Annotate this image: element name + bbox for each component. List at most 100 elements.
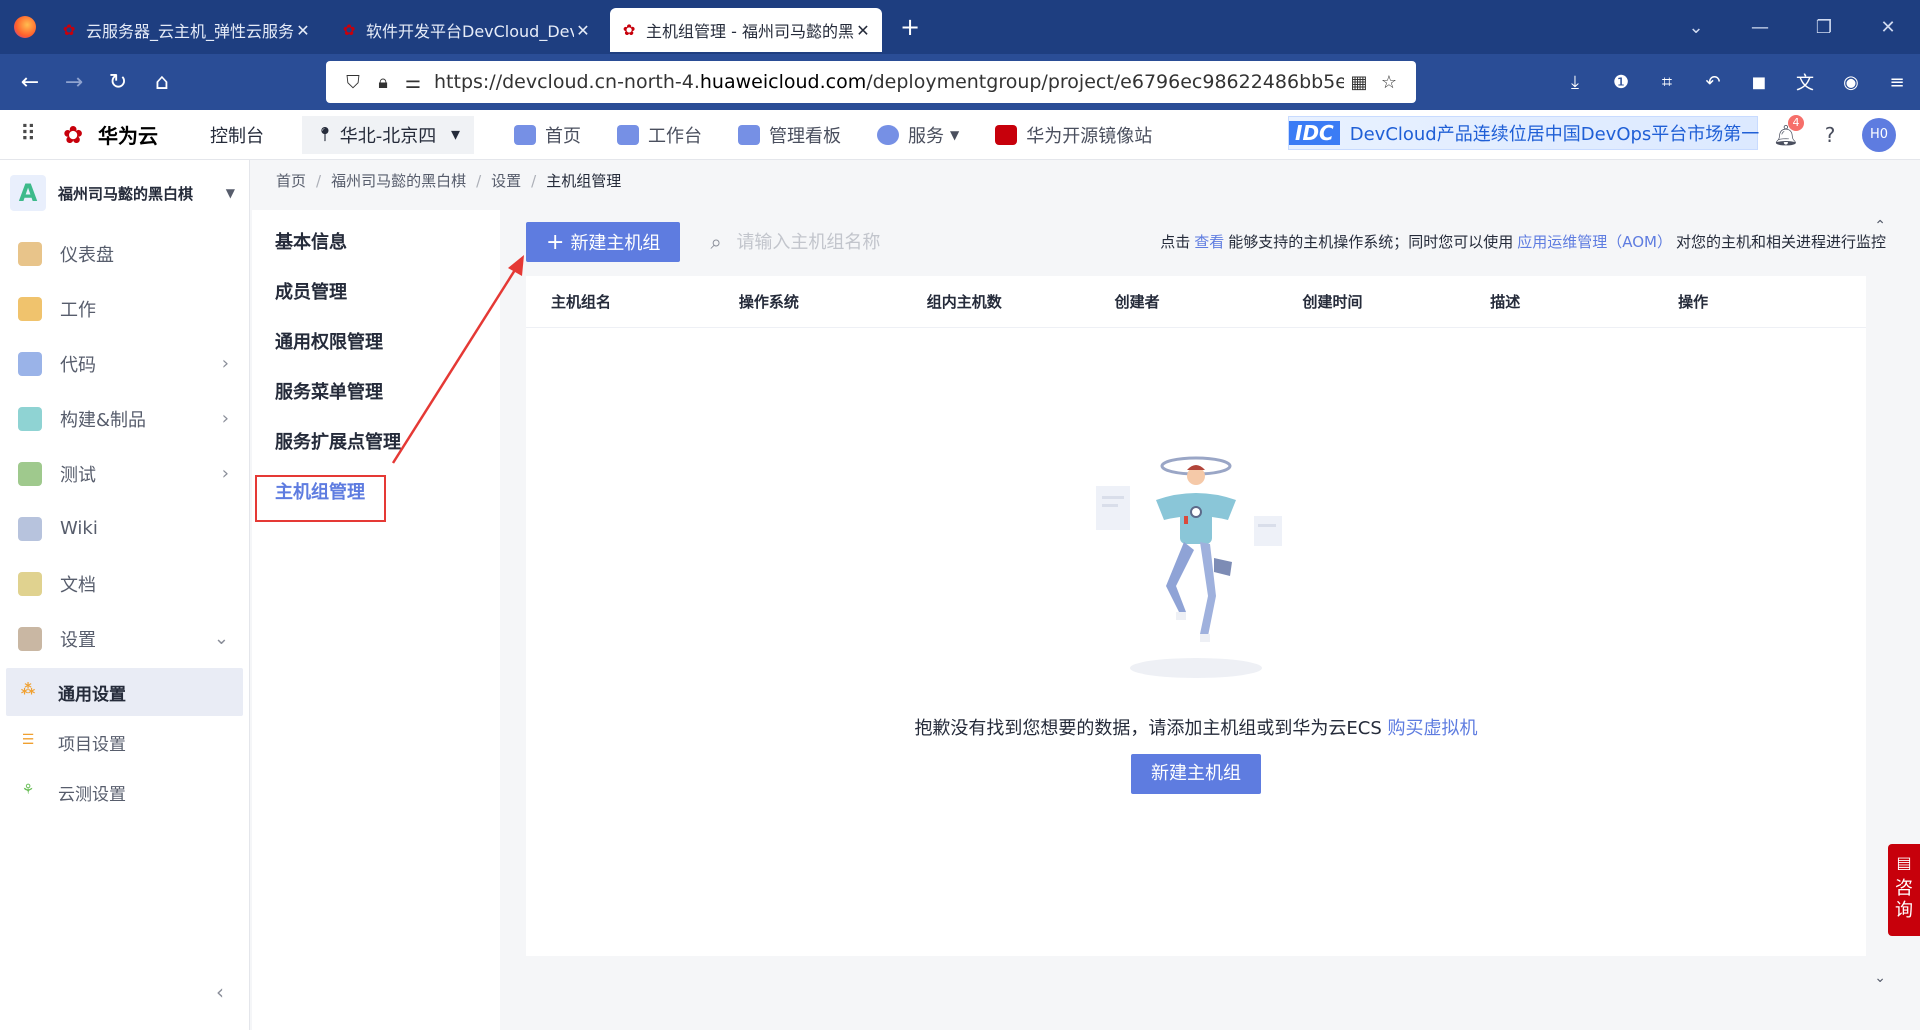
- sidebar-item-label: 代码: [60, 354, 96, 376]
- browser-tab[interactable]: ✿ 软件开发平台DevCloud_DevO ✕: [330, 8, 602, 52]
- url-domain: huaweicloud.com: [699, 71, 867, 93]
- breadcrumb-project[interactable]: 福州司马懿的黑白棋: [331, 170, 466, 191]
- nav-mirror[interactable]: 华为开源镜像站: [995, 122, 1152, 148]
- home-icon[interactable]: ⌂: [140, 70, 184, 95]
- settings-nav-members[interactable]: 成员管理: [252, 268, 500, 318]
- restore-icon[interactable]: ❐: [1792, 17, 1856, 38]
- qr-code-icon[interactable]: ▦: [1344, 72, 1374, 93]
- sidebar-item-label: 仪表盘: [60, 244, 114, 266]
- sidebar-item-label: 文档: [60, 574, 96, 596]
- create-host-group-button[interactable]: + 新建主机组: [526, 222, 681, 262]
- hint-prefix: 点击: [1160, 233, 1191, 251]
- view-supported-os-link[interactable]: 查看: [1194, 233, 1224, 251]
- search-icon[interactable]: ⌕: [710, 230, 736, 254]
- extension-dark-icon[interactable]: ◼: [1736, 72, 1782, 93]
- extension-green-icon[interactable]: ◉: [1828, 72, 1874, 93]
- buy-vm-link[interactable]: 购买虚拟机: [1388, 718, 1478, 739]
- translate-icon[interactable]: 文: [1782, 69, 1828, 95]
- sidebar-item-label: 构建&制品: [60, 409, 147, 431]
- nav-home[interactable]: 首页: [514, 122, 581, 148]
- sidebar-item-code[interactable]: 代码 ›: [0, 336, 249, 391]
- column-header: 创建时间: [1302, 293, 1363, 311]
- browser-tab[interactable]: ✿ 云服务器_云主机_弹性云服务器 ✕: [50, 8, 322, 52]
- notification-bell-icon[interactable]: 🔔︎ 4: [1764, 115, 1808, 147]
- menu-icon[interactable]: ≡: [1874, 72, 1920, 93]
- project-logo-icon: A: [10, 175, 46, 211]
- crop-icon[interactable]: ⌗: [1644, 72, 1690, 93]
- sidebar-subitem-general-settings[interactable]: ⁂ 通用设置: [6, 668, 243, 716]
- close-tab-icon[interactable]: ✕: [294, 21, 312, 40]
- reload-icon[interactable]: ↻: [96, 70, 140, 95]
- consult-button[interactable]: ▤ 咨询: [1888, 844, 1920, 936]
- close-tab-icon[interactable]: ✕: [854, 21, 872, 40]
- sidebar-item-test[interactable]: 测试 ›: [0, 446, 249, 501]
- aom-link[interactable]: 应用运维管理（AOM）: [1517, 233, 1672, 251]
- sidebar-item-docs[interactable]: 文档: [0, 556, 249, 611]
- work-icon: [18, 296, 42, 321]
- help-icon[interactable]: ?: [1808, 123, 1852, 147]
- huawei-favicon-icon: ✿: [622, 21, 636, 39]
- empty-message-text: 抱歉没有找到您想要的数据，请添加主机组或到华为云ECS: [914, 718, 1382, 739]
- browser-nav-bar: ← → ↻ ⌂ ⛉ 🔒︎ ⚌ https://devcloud.cn-north…: [0, 54, 1920, 110]
- forward-icon[interactable]: →: [52, 70, 96, 95]
- create-button-label: 新建主机组: [570, 233, 661, 254]
- column-header: 主机组名: [551, 293, 612, 311]
- scroll-up-icon[interactable]: ⌃: [1874, 218, 1886, 234]
- sidebar-item-dashboard[interactable]: 仪表盘: [0, 226, 249, 281]
- firefox-icon[interactable]: [0, 0, 50, 54]
- breadcrumb-home[interactable]: 首页: [276, 170, 306, 191]
- browser-tab-active[interactable]: ✿ 主机组管理 - 福州司马懿的黑白 ✕: [610, 8, 882, 52]
- console-link[interactable]: 控制台: [210, 122, 290, 148]
- promo-banner[interactable]: IDC DevCloud产品连续位居中国DevOps平台市场第一: [1288, 116, 1759, 150]
- sidebar-item-build[interactable]: 构建&制品 ›: [0, 391, 249, 446]
- sidebar-subitem-cloudtest-settings[interactable]: ⚘ 云测设置: [6, 768, 243, 816]
- breadcrumb-settings[interactable]: 设置: [491, 170, 521, 191]
- nav-services[interactable]: 服务 ▼: [877, 122, 959, 148]
- toolbar-hint: 点击 查看 能够支持的主机操作系统；同时您可以使用 应用运维管理（AOM） 对您的主机和…: [1160, 222, 1886, 262]
- app-grid-icon[interactable]: ⠿: [0, 122, 56, 147]
- sidebar-item-label: 测试: [60, 464, 96, 486]
- sidebar-item-wiki[interactable]: Wiki: [0, 501, 249, 556]
- close-tab-icon[interactable]: ✕: [574, 21, 592, 40]
- settings-nav-permissions[interactable]: 通用权限管理: [252, 318, 500, 368]
- settings-nav-service-menu[interactable]: 服务菜单管理: [252, 368, 500, 418]
- permissions-icon[interactable]: ⚌: [398, 72, 428, 93]
- hint-middle: 能够支持的主机操作系统；同时您可以使用: [1228, 233, 1514, 251]
- create-host-group-empty-button[interactable]: 新建主机组: [1131, 754, 1261, 794]
- minimize-icon[interactable]: —: [1728, 17, 1792, 38]
- close-window-icon[interactable]: ✕: [1856, 17, 1920, 38]
- nav-dashboard[interactable]: 管理看板: [738, 122, 841, 148]
- bookmark-star-icon[interactable]: ☆: [1374, 72, 1404, 93]
- back-icon[interactable]: ←: [8, 70, 52, 95]
- sidebar-item-label: Wiki: [60, 518, 98, 539]
- settings-nav-basic-info[interactable]: 基本信息: [252, 218, 500, 268]
- sidebar-subitem-project-settings[interactable]: ☰ 项目设置: [6, 718, 243, 766]
- idc-badge: IDC: [1289, 121, 1340, 145]
- undo-icon[interactable]: ↶: [1690, 72, 1736, 93]
- lock-icon[interactable]: 🔒︎: [368, 72, 398, 93]
- nav-workbench[interactable]: 工作台: [617, 122, 702, 148]
- url-text[interactable]: https://devcloud.cn-north-4.huaweicloud.…: [428, 71, 1344, 93]
- collapse-sidebar-icon[interactable]: ‹: [216, 980, 224, 1004]
- url-bar[interactable]: ⛉ 🔒︎ ⚌ https://devcloud.cn-north-4.huawe…: [326, 61, 1416, 103]
- sidebar-item-settings[interactable]: 设置 ⌄: [0, 611, 249, 666]
- project-selector[interactable]: A 福州司马懿的黑白棋 ▼: [0, 160, 249, 226]
- region-selector[interactable]: 📍︎ 华北-北京四 ▾: [302, 115, 474, 154]
- search-input[interactable]: [736, 231, 927, 253]
- sidebar-item-work[interactable]: 工作: [0, 281, 249, 336]
- avatar[interactable]: H0: [1862, 118, 1896, 152]
- scroll-down-icon[interactable]: ⌄: [1874, 970, 1886, 986]
- settings-nav-extension-points[interactable]: 服务扩展点管理: [252, 418, 500, 468]
- new-tab-button[interactable]: +: [890, 13, 930, 41]
- tab-list-icon[interactable]: ⌄: [1664, 17, 1728, 38]
- download-icon[interactable]: ⤓: [1552, 72, 1598, 93]
- plus-icon: +: [546, 229, 565, 255]
- caret-down-icon: ▾: [450, 124, 460, 145]
- chevron-right-icon: ›: [221, 353, 229, 374]
- huawei-cloud-logo[interactable]: ✿ 华为云: [56, 120, 174, 149]
- empty-message: 抱歉没有找到您想要的数据，请添加主机组或到华为云ECS 购买虚拟机: [526, 714, 1866, 740]
- shield-icon[interactable]: ⛉: [338, 72, 368, 93]
- location-pin-icon: 📍︎: [316, 126, 334, 143]
- extension-badge-icon[interactable]: ❶: [1598, 72, 1644, 93]
- nav-label: 工作台: [648, 125, 702, 147]
